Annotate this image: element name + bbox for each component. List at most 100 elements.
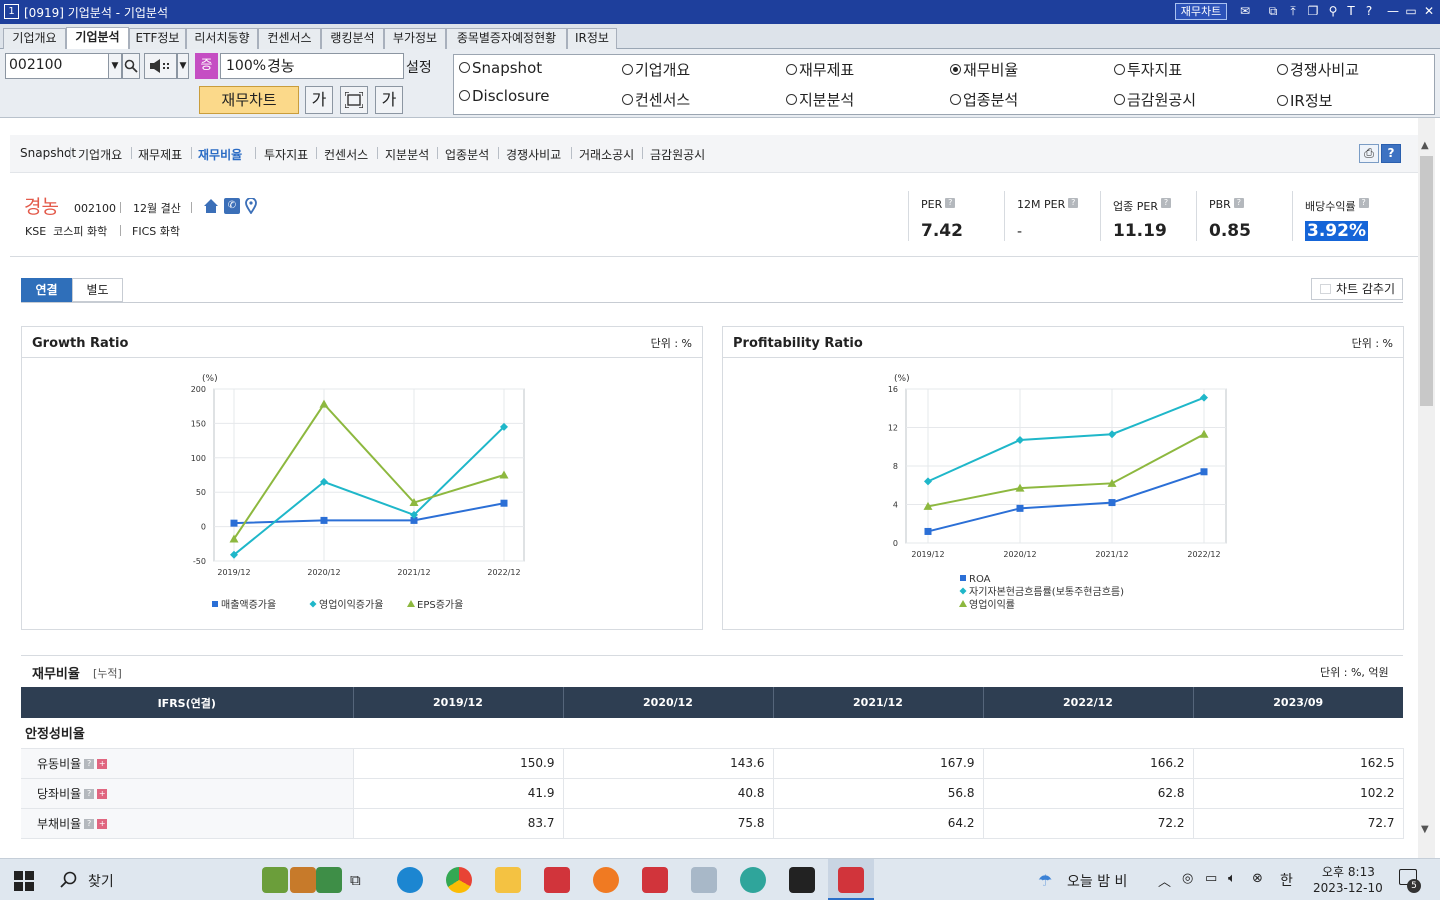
tab-consolidated[interactable]: 연결 [21, 278, 72, 302]
sticky-notes-icon[interactable] [789, 867, 815, 893]
radio-ownership[interactable]: 지분분석 [786, 89, 854, 110]
font-size-up-button[interactable]: 가 [375, 86, 403, 114]
print-icon[interactable]: ⎙ [1359, 144, 1379, 163]
speaker-icon[interactable] [144, 53, 177, 79]
stock-code-input[interactable]: 002100 [5, 53, 109, 79]
subnav-peer-comparison[interactable]: 경쟁사비교 [506, 146, 561, 163]
radio-industry-analysis[interactable]: 업종분석 [950, 89, 1018, 110]
scroll-thumb[interactable] [1420, 156, 1433, 406]
help-icon[interactable]: ? [945, 198, 956, 208]
subnav-financial-ratio[interactable]: 재무비율 [198, 146, 242, 163]
tab-separate[interactable]: 별도 [72, 278, 123, 302]
subnav-fss-disclosure[interactable]: 금감원공시 [650, 146, 705, 163]
copy-icon[interactable]: ❐ [1305, 3, 1321, 19]
tab-company-overview[interactable]: 기업개요 [3, 28, 66, 49]
subnav-consensus[interactable]: 컨센서스 [324, 146, 368, 163]
expand-icon[interactable]: + [97, 819, 108, 829]
calculator-icon[interactable] [691, 867, 717, 893]
clock-date[interactable]: 2023-12-10 [1313, 881, 1383, 895]
scroll-up-icon[interactable]: ▲ [1421, 140, 1429, 151]
app-icon-chart[interactable] [316, 867, 342, 893]
volume-icon[interactable]: 🔈︎ [1228, 871, 1236, 886]
tab-ranking[interactable]: 랭킹분석 [321, 28, 384, 49]
chrome-browser-icon[interactable] [446, 867, 472, 893]
file-explorer-icon[interactable] [495, 867, 521, 893]
radio-disclosure[interactable]: Disclosure [459, 87, 550, 105]
radio-company-overview[interactable]: 기업개요 [622, 59, 690, 80]
help-icon[interactable]: ? [1358, 198, 1369, 208]
radio-ir-info[interactable]: IR정보 [1277, 90, 1332, 111]
phone-icon[interactable]: ✆ [224, 198, 240, 214]
vertical-scrollbar[interactable]: ▲ ▼ [1418, 118, 1435, 858]
app-icon-green[interactable] [740, 867, 766, 893]
subnav-investment-indicators[interactable]: 투자지표 [264, 146, 308, 163]
help-icon[interactable]: ? [84, 819, 95, 829]
help-icon[interactable]: ? [1068, 198, 1079, 208]
link-icon[interactable]: ⧉ [1265, 3, 1281, 19]
anchor-icon[interactable]: ⚲ [1325, 3, 1341, 19]
help-icon[interactable]: ? [1381, 144, 1401, 163]
subnav-company-overview[interactable]: 기업개요 [78, 146, 122, 163]
help-icon[interactable]: ? [1233, 198, 1244, 208]
tab-capital-increase[interactable]: 종목별증자예정현황 [446, 28, 567, 49]
subnav-exchange-disclosure[interactable]: 거래소공시 [579, 146, 634, 163]
weather-rain-icon[interactable]: ☂ [1038, 871, 1060, 891]
camera-icon[interactable]: ◎ [1182, 871, 1193, 886]
subnav-financial-statements[interactable]: 재무제표 [138, 146, 182, 163]
search-icon[interactable] [122, 53, 140, 79]
setting-button[interactable]: 설정 [406, 57, 432, 77]
subnav-snapshot[interactable]: Snapshot [20, 146, 76, 160]
task-view-icon[interactable]: ⧉ [350, 871, 361, 889]
search-icon[interactable] [60, 871, 78, 889]
kakao-app-icon[interactable] [593, 867, 619, 893]
restore-icon[interactable]: ▭ [1403, 3, 1419, 19]
minimize-icon[interactable]: — [1385, 3, 1401, 19]
font-size-down-button[interactable]: 가 [305, 86, 333, 114]
subnav-ownership[interactable]: 지분분석 [385, 146, 429, 163]
tab-etf-info[interactable]: ETF정보 [129, 28, 186, 49]
subnav-industry-analysis[interactable]: 업종분석 [445, 146, 489, 163]
home-icon[interactable] [203, 198, 219, 214]
pin-icon[interactable]: ⤒ [1285, 3, 1301, 19]
close-circle-icon[interactable]: ⊗ [1252, 871, 1263, 886]
help-icon[interactable]: ? [84, 789, 95, 799]
capture-icon[interactable] [340, 86, 368, 114]
radio-investment-indicators[interactable]: 투자지표 [1114, 59, 1182, 80]
taskbar-search-label[interactable]: 찾기 [88, 871, 114, 891]
tab-ir-info[interactable]: IR정보 [567, 28, 617, 49]
financial-chart-title-button[interactable]: 재무차트 [1175, 3, 1227, 20]
radio-fss-disclosure[interactable]: 금감원공시 [1114, 89, 1196, 110]
tab-extra-info[interactable]: 부가정보 [384, 28, 446, 49]
radio-financial-statements[interactable]: 재무제표 [786, 59, 854, 80]
help-icon[interactable]: ? [1361, 3, 1377, 19]
radio-financial-ratio[interactable]: 재무비율 [950, 59, 1018, 80]
network-icon[interactable]: ▭ [1205, 871, 1217, 886]
location-icon[interactable] [245, 197, 257, 215]
scroll-down-icon[interactable]: ▼ [1421, 824, 1429, 835]
mail-icon[interactable]: ✉ [1237, 3, 1253, 19]
tab-research-trend[interactable]: 리서치동향 [186, 28, 258, 49]
tab-company-analysis[interactable]: 기업분석 [66, 27, 129, 50]
app-icon-photo[interactable] [290, 867, 316, 893]
font-icon[interactable]: T [1343, 3, 1359, 19]
financial-chart-button[interactable]: 재무차트 [199, 86, 299, 114]
radio-peer-comparison[interactable]: 경쟁사비교 [1277, 59, 1359, 80]
trading-app-2-icon[interactable] [642, 867, 668, 893]
speaker-dropdown-icon[interactable]: ▼ [177, 53, 189, 79]
help-icon[interactable]: ? [84, 759, 95, 769]
trading-app-icon[interactable] [544, 867, 570, 893]
help-icon[interactable]: ? [1160, 198, 1171, 208]
radio-consensus[interactable]: 컨센서스 [622, 89, 690, 110]
windows-start-icon[interactable] [14, 871, 34, 891]
radio-snapshot[interactable]: Snapshot [459, 59, 542, 77]
active-trading-app-icon[interactable] [838, 867, 864, 893]
tab-consensus[interactable]: 컨센서스 [258, 28, 321, 49]
code-dropdown-icon[interactable]: ▼ [108, 53, 122, 79]
app-icon-garden[interactable] [262, 867, 288, 893]
weather-label[interactable]: 오늘 밤 비 [1067, 871, 1127, 891]
clock-time[interactable]: 오후 8:13 [1322, 863, 1375, 880]
hide-chart-button[interactable]: 차트 감추기 [1311, 278, 1403, 300]
edge-browser-icon[interactable] [397, 867, 423, 893]
expand-icon[interactable]: + [97, 759, 108, 769]
tray-expand-icon[interactable]: ︿ [1158, 871, 1171, 890]
